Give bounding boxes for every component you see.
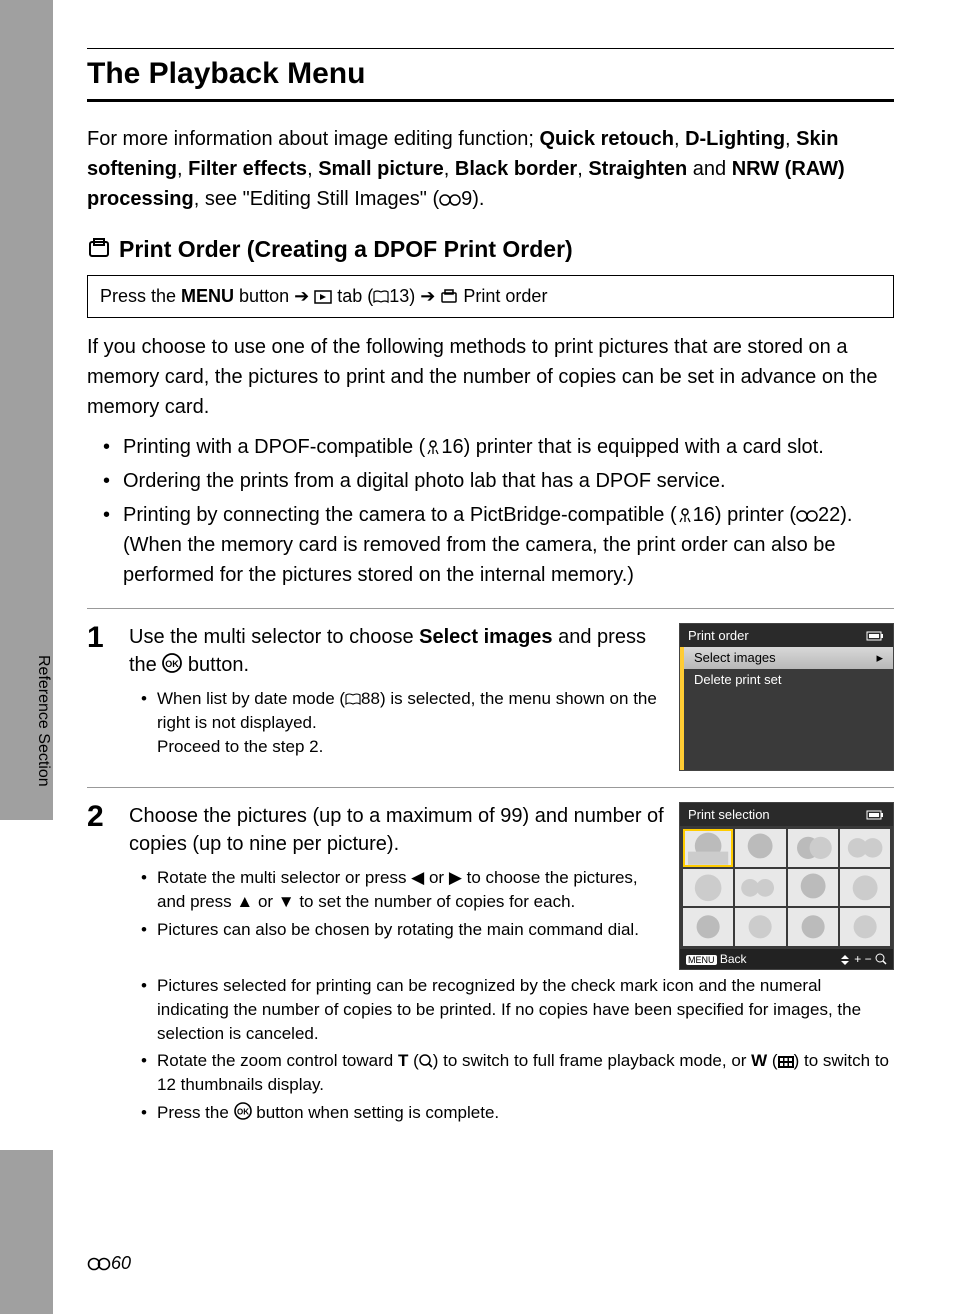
list-item: Rotate the multi selector or press ◀ or … (147, 866, 665, 914)
thumbnail (683, 908, 733, 946)
thumbnail (788, 829, 838, 867)
rule-under-title (87, 99, 894, 102)
print-order-small-icon (440, 290, 458, 304)
page-content: The Playback Menu For more information a… (53, 0, 954, 1314)
white-tab (0, 820, 53, 1150)
link-icon (87, 1257, 111, 1271)
step-1-notes: When list by date mode (88) is selected,… (129, 687, 665, 758)
thumbnail (735, 869, 785, 907)
list-item: Printing by connecting the camera to a P… (111, 500, 894, 590)
list-item: When list by date mode (88) is selected,… (147, 687, 665, 758)
step-2-notes-continued: Pictures selected for printing can be re… (129, 974, 894, 1125)
ok-button-icon: OK (162, 653, 182, 673)
thumbnail (683, 829, 733, 867)
list-item: Rotate the zoom control toward T () to s… (147, 1049, 894, 1097)
list-item: Ordering the prints from a digital photo… (111, 466, 894, 496)
list-item: Press the OK button when setting is comp… (147, 1101, 894, 1125)
up-arrow-icon: ▲ (236, 892, 253, 911)
chevron-right-icon: ▸ (876, 650, 883, 666)
link-icon (796, 509, 818, 523)
battery-icon (867, 810, 885, 820)
left-arrow-icon: ◀ (411, 868, 424, 887)
step-1-title: Use the multi selector to choose Select … (129, 623, 665, 679)
step-2-notes: Rotate the multi selector or press ◀ or … (129, 866, 665, 941)
book-icon (345, 693, 361, 706)
camera-menu-item: Delete print set (684, 669, 893, 690)
section-heading: Print Order (Creating a DPOF Print Order… (87, 236, 894, 263)
down-arrow-icon: ▼ (278, 892, 295, 911)
camera-screen-print-selection: Print selection (679, 802, 894, 970)
thumbnail (840, 869, 890, 907)
battery-icon (867, 631, 885, 641)
magnify-icon (419, 1054, 433, 1068)
glossary-icon (425, 439, 441, 455)
ok-button-icon: OK (234, 1102, 252, 1120)
step-number: 1 (87, 623, 115, 771)
menu-button-label: MENU (181, 286, 234, 306)
step-number: 2 (87, 802, 115, 1129)
thumbnail (735, 829, 785, 867)
svg-text:OK: OK (166, 659, 180, 669)
camera-screen-footer: MENU Back + − (680, 949, 893, 969)
rule-top (87, 48, 894, 49)
glossary-icon (677, 507, 693, 523)
methods-list: Printing with a DPOF-compatible (16) pri… (87, 432, 894, 590)
updown-icon (839, 955, 851, 965)
book-icon (373, 290, 389, 304)
camera-screen-header: Print selection (680, 803, 893, 826)
page-number: 60 (87, 1253, 131, 1274)
list-item: Pictures can also be chosen by rotating … (147, 918, 665, 942)
camera-menu-item-selected: Select images▸ (684, 647, 893, 669)
intro-paragraph: For more information about image editing… (87, 124, 894, 214)
thumbnail-grid-icon (778, 1056, 794, 1068)
thumbnail (788, 908, 838, 946)
camera-screen-header: Print order (680, 624, 893, 647)
list-item: Printing with a DPOF-compatible (16) pri… (111, 432, 894, 462)
navigation-path-box: Press the MENU button ➔ tab (13) ➔ Print… (87, 275, 894, 318)
thumbnail (840, 829, 890, 867)
thumbnail (683, 869, 733, 907)
intro-methods-paragraph: If you choose to use one of the followin… (87, 332, 894, 422)
svg-text:OK: OK (237, 1108, 249, 1117)
sidebar-label: Reference Section (34, 655, 52, 787)
print-order-icon (87, 239, 111, 261)
list-item: Pictures selected for printing can be re… (147, 974, 894, 1045)
step-1-block: 1 Use the multi selector to choose Selec… (87, 608, 894, 771)
menu-badge: MENU (686, 955, 717, 965)
thumbnail (735, 908, 785, 946)
footer-icons: + − (839, 952, 887, 966)
zoom-icon (875, 953, 887, 965)
step-2-block: 2 Choose the pictures (up to a maximum o… (87, 787, 894, 1129)
right-arrow-icon: ▶ (449, 868, 462, 887)
thumbnail (840, 908, 890, 946)
thumbnail-grid (680, 826, 893, 949)
playback-tab-icon (314, 290, 332, 304)
link-icon (439, 193, 461, 207)
page-title: The Playback Menu (87, 57, 894, 91)
thumbnail (788, 869, 838, 907)
step-2-title: Choose the pictures (up to a maximum of … (129, 802, 665, 858)
camera-screen-print-order: Print order Select images▸ Delete print … (679, 623, 894, 771)
left-rail: Reference Section (0, 0, 53, 1314)
